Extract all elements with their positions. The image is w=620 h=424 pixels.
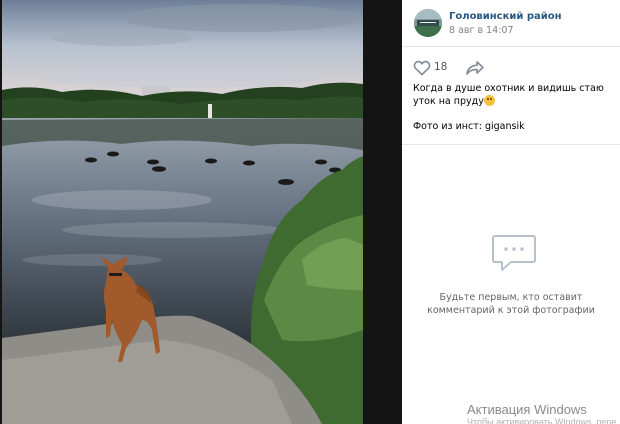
like-count: 18: [434, 61, 448, 73]
divider: [402, 144, 620, 145]
windows-activation-subtitle: Чтобы активировать Windows, перейдите: [467, 418, 617, 424]
comments-empty-line2: комментарий к этой фотографии: [427, 305, 595, 316]
post-header: Головинский район 8 авг в 14:07: [402, 0, 620, 47]
speech-bubble-icon: [492, 235, 536, 271]
post-actions: 18: [402, 56, 620, 80]
post-date[interactable]: 8 авг в 14:07: [449, 25, 514, 36]
comments-empty-state: Будьте первым, кто оставит комментарий к…: [416, 291, 606, 317]
comments-empty-line1: Будьте первым, кто оставит: [439, 292, 583, 303]
windows-activation-title: Активация Windows: [467, 402, 587, 417]
post-text-body: Когда в душе охотник и видишь стаю уток …: [413, 83, 604, 107]
post-text: Когда в душе охотник и видишь стаю уток …: [413, 82, 611, 108]
share-arrow-icon: [466, 61, 484, 75]
post-side-panel: Головинский район 8 авг в 14:07 18 Когда…: [402, 0, 620, 424]
heart-outline-icon: [413, 60, 431, 76]
group-name-link[interactable]: Головинский район: [449, 11, 562, 22]
smile-emoji-icon: [483, 95, 495, 106]
group-avatar-image: [414, 9, 442, 37]
share-button[interactable]: [464, 58, 486, 78]
photo-credit: Фото из инст: gigansik: [413, 121, 525, 132]
photo-scene: [2, 0, 363, 424]
post-photo[interactable]: [2, 0, 363, 424]
group-avatar[interactable]: [414, 9, 442, 37]
like-button[interactable]: [412, 58, 432, 78]
